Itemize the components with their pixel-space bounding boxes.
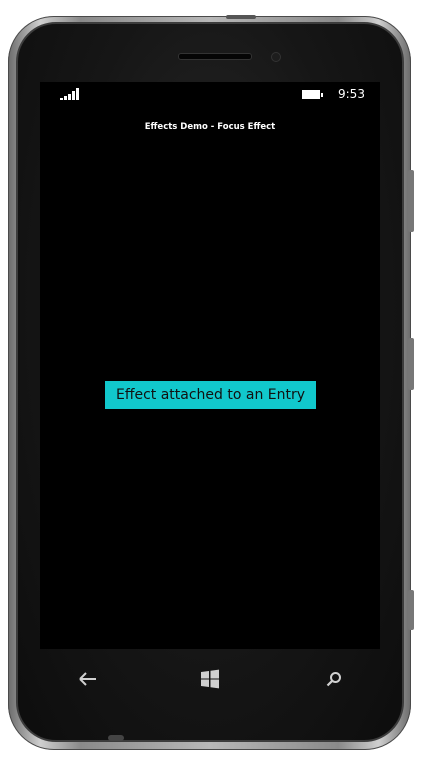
- side-button: [408, 590, 414, 630]
- page-title: Effects Demo - Focus Effect: [144, 122, 276, 132]
- windows-logo-icon[interactable]: [196, 666, 224, 692]
- status-time: 9:53: [338, 87, 365, 101]
- search-icon[interactable]: [320, 666, 348, 692]
- earpiece-speaker: [178, 53, 252, 60]
- battery-icon: [302, 90, 323, 99]
- front-camera: [271, 52, 281, 62]
- bottom-port: [108, 735, 124, 741]
- navigation-bar: [40, 654, 380, 704]
- camera-button: [408, 338, 414, 390]
- phone-screen: 9:53 Effects Demo - Focus Effect Effect …: [40, 82, 380, 649]
- back-arrow-icon[interactable]: [74, 666, 102, 692]
- signal-bars-icon: [60, 88, 79, 100]
- power-button: [226, 15, 256, 19]
- focus-effect-entry[interactable]: Effect attached to an Entry: [105, 381, 316, 409]
- status-bar: 9:53: [40, 82, 380, 108]
- volume-button: [408, 170, 414, 232]
